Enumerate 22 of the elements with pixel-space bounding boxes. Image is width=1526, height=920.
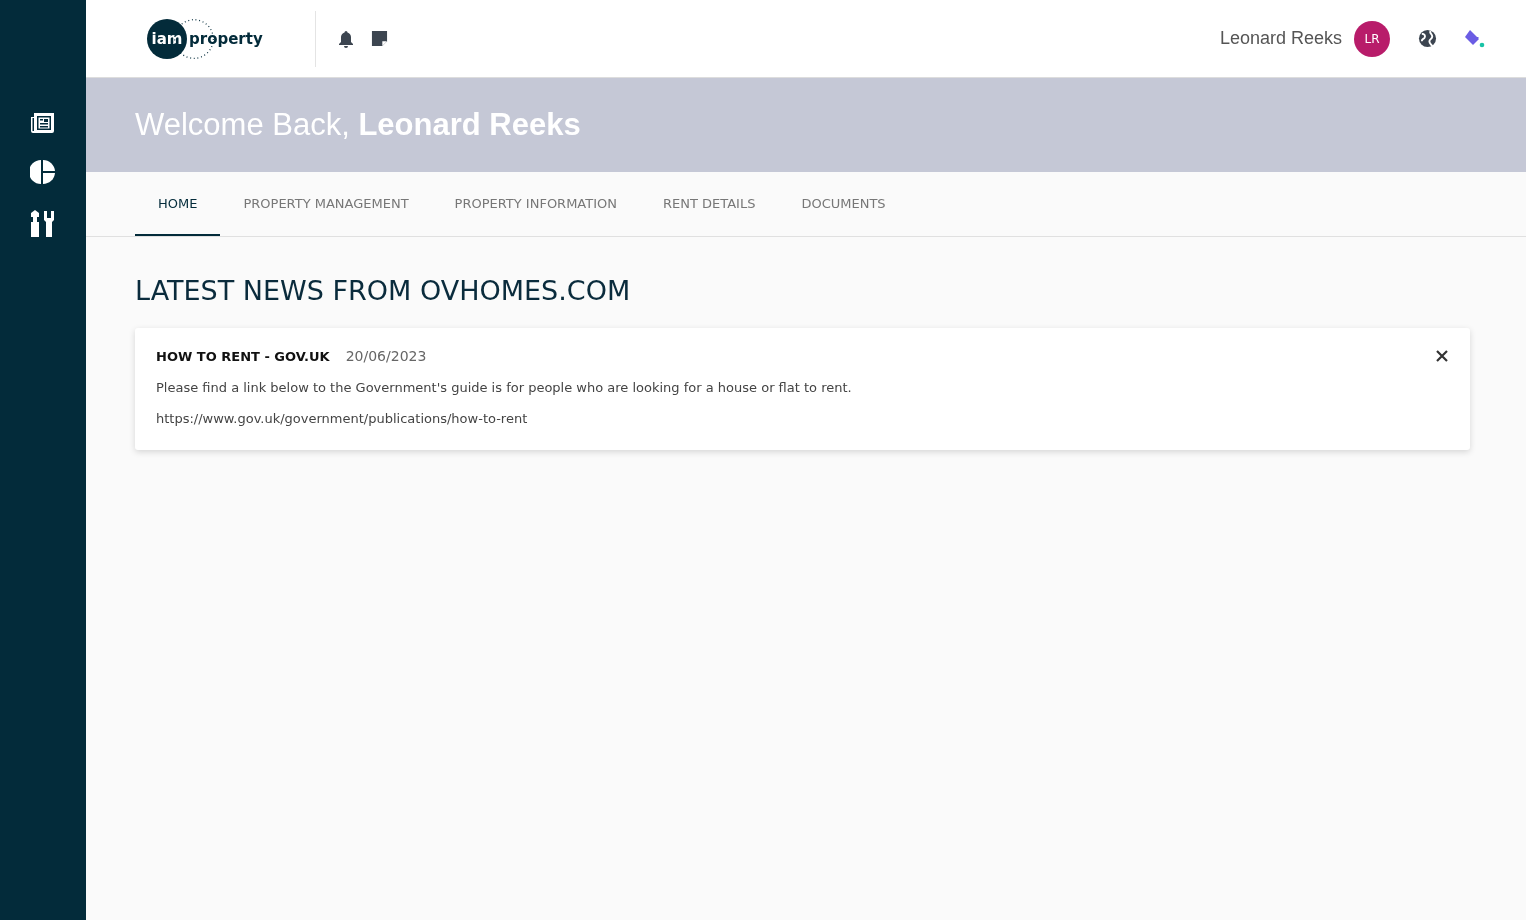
tab[interactable]: RENT DETAILS [640,172,779,236]
globe-icon[interactable] [1418,29,1437,48]
tab[interactable]: PROPERTY MANAGEMENT [220,172,432,236]
news-heading: LATEST NEWS FROM OVHOMES.COM [135,275,632,306]
welcome-text: Welcome Back, Leonard Reeks [135,107,581,143]
logo-text: property [189,29,263,48]
tab[interactable]: HOME [135,172,221,236]
user-name: Leonard Reeks [1219,28,1342,49]
logo-mark: iam [147,18,187,59]
news-link[interactable]: https://www.gov.uk/government/publications/how-to-rent [156,411,1448,426]
news-date: 20/06/2023 [345,348,427,364]
bell-icon[interactable] [338,29,354,48]
news-body: Please find a link below to the Government's guide is for people who are looking for a house or flat to rent. [156,380,853,395]
newspaper-icon[interactable] [30,111,56,135]
pie-chart-icon[interactable] [30,159,56,185]
user-avatar[interactable]: LR [1354,20,1390,57]
close-icon[interactable] [1436,350,1448,362]
tools-icon[interactable] [29,209,57,239]
news-title: HOW TO RENT - GOV.UK [156,348,330,364]
tab[interactable]: DOCUMENTS [778,172,909,236]
tab[interactable]: PROPERTY INFORMATION [431,172,640,236]
note-icon[interactable] [371,30,388,47]
